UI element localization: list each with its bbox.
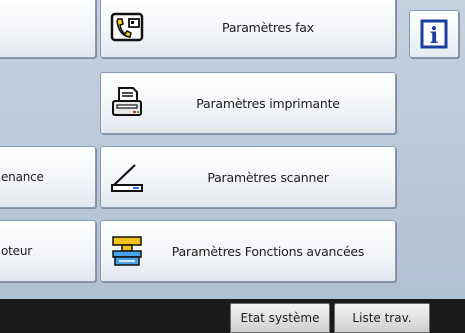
left-blank-button-top[interactable] (0, 0, 96, 58)
scanner-icon (109, 159, 145, 195)
printer-settings-label: Paramètres imprimante (196, 95, 340, 111)
job-list-label: Liste trav. (352, 311, 412, 325)
info-glyph: i (430, 23, 438, 49)
extended-features-settings-label: Paramètres Fonctions avancées (171, 243, 365, 259)
counter-button[interactable]: oteur (0, 220, 96, 282)
fax-settings-icon (109, 9, 145, 45)
fax-settings-label: Paramètres fax (222, 19, 314, 35)
job-list-button[interactable]: Liste trav. (334, 303, 430, 333)
system-status-button[interactable]: Etat système (230, 303, 330, 333)
settings-screen: enance oteur Paramètres fax Paramètres i… (0, 0, 465, 333)
maintenance-button[interactable]: enance (0, 146, 96, 208)
info-button[interactable]: i (409, 10, 459, 58)
extended-features-settings-button[interactable]: Paramètres Fonctions avancées (100, 220, 396, 282)
system-status-label: Etat système (240, 311, 320, 325)
scanner-settings-button[interactable]: Paramètres scanner (100, 146, 396, 208)
fax-settings-button[interactable]: Paramètres fax (100, 0, 396, 58)
scanner-settings-label: Paramètres scanner (207, 169, 329, 185)
printer-icon (109, 85, 145, 121)
info-icon: i (420, 19, 448, 49)
maintenance-label: enance (1, 170, 44, 184)
printer-settings-button[interactable]: Paramètres imprimante (100, 72, 396, 134)
bottom-status-bar: Etat système Liste trav. (0, 299, 465, 333)
extended-features-icon (109, 233, 145, 269)
counter-label: oteur (1, 244, 32, 258)
